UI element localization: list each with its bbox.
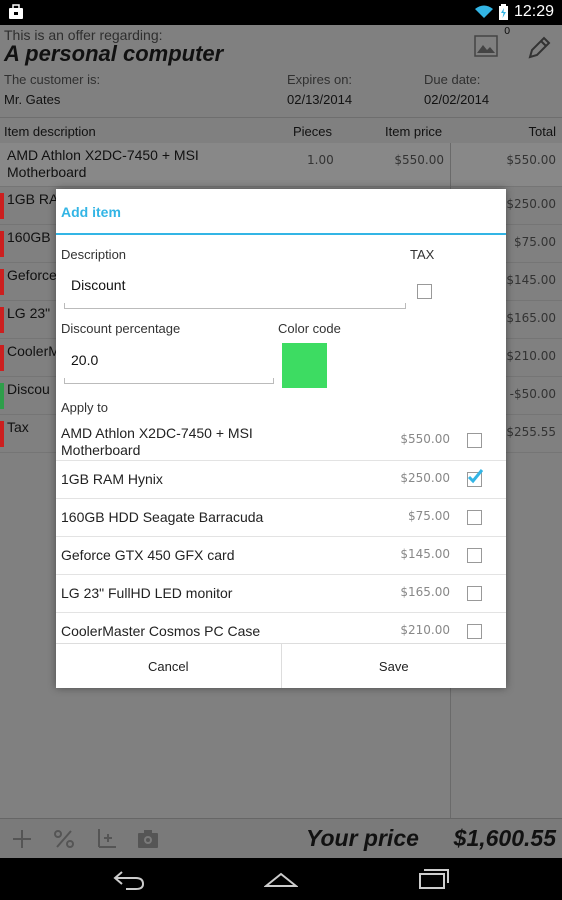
color-code-swatch[interactable] <box>282 343 327 388</box>
column-total: Total <box>528 124 556 139</box>
list-item[interactable]: 160GB HDD Seagate Barracuda $75.00 <box>56 499 506 537</box>
apply-item-price: $145.00 <box>400 547 450 561</box>
due-date-label: Due date: <box>424 72 481 87</box>
save-button[interactable]: Save <box>280 644 507 688</box>
row-color-bar <box>0 231 4 257</box>
row-total: $210.00 <box>506 349 556 363</box>
row-total: -$50.00 <box>509 387 556 401</box>
description-label: Description <box>61 247 127 262</box>
table-row[interactable]: AMD Athlon X2DC-7450 + MSI Motherboard 1… <box>0 143 562 187</box>
your-price-value: $1,600.55 <box>453 825 556 851</box>
row-color-bar <box>0 421 4 447</box>
list-item[interactable]: 1GB RAM Hynix $250.00 <box>56 461 506 499</box>
row-color-bar <box>0 269 4 295</box>
description-field[interactable]: Discount <box>64 277 406 309</box>
apply-item-checkbox[interactable] <box>467 548 482 563</box>
apply-item-description: 1GB RAM Hynix <box>61 471 163 487</box>
apply-item-price: $165.00 <box>400 585 450 599</box>
row-total: $255.55 <box>506 425 556 439</box>
color-code-label: Color code <box>278 321 341 336</box>
wifi-icon <box>474 5 493 18</box>
dialog-buttons: Cancel Save <box>56 643 506 688</box>
column-pieces: Pieces <box>293 124 333 139</box>
row-color-bar <box>0 307 4 333</box>
apply-item-checkbox[interactable] <box>467 469 484 487</box>
apply-item-checkbox[interactable] <box>467 586 482 601</box>
row-total: $250.00 <box>506 197 556 211</box>
apply-item-description: Geforce GTX 450 GFX card <box>61 547 235 563</box>
row-description: AMD Athlon X2DC-7450 + MSI Motherboard <box>7 147 199 180</box>
apply-item-price: $250.00 <box>400 471 450 485</box>
discount-percentage-label: Discount percentage <box>61 321 181 336</box>
list-item[interactable]: AMD Athlon X2DC-7450 + MSI Motherboard $… <box>56 422 506 461</box>
percent-icon[interactable] <box>52 827 76 851</box>
item-table-header: Item description Pieces Item price Total <box>0 117 562 143</box>
edit-pencil-icon[interactable] <box>526 35 552 61</box>
offer-header: This is an offer regarding: A personal c… <box>0 25 562 117</box>
bottom-toolbar: Your price $1,600.55 <box>0 818 562 858</box>
apply-item-checkbox[interactable] <box>467 433 482 448</box>
row-total: $75.00 <box>514 235 556 249</box>
back-icon[interactable] <box>112 866 146 892</box>
image-icon[interactable] <box>474 35 498 57</box>
add-item-dialog: Add item Description TAX Discount Discou… <box>56 189 506 688</box>
column-description: Item description <box>4 124 96 139</box>
column-item-price: Item price <box>385 124 443 139</box>
add-tax-icon[interactable] <box>94 827 118 851</box>
your-price-label: Your price <box>306 825 419 851</box>
discount-percentage-field[interactable]: 20.0 <box>64 352 274 384</box>
apply-item-checkbox[interactable] <box>467 510 482 525</box>
list-item[interactable]: Geforce GTX 450 GFX card $145.00 <box>56 537 506 575</box>
add-icon[interactable] <box>10 827 34 851</box>
dialog-title-divider <box>56 233 506 235</box>
tax-checkbox[interactable] <box>417 284 432 299</box>
row-total: $165.00 <box>506 311 556 325</box>
discount-percentage-value: 20.0 <box>71 352 99 368</box>
cancel-button[interactable]: Cancel <box>56 644 281 688</box>
row-price: $550.00 <box>394 153 444 167</box>
tax-label: TAX <box>410 247 435 262</box>
row-total: $145.00 <box>506 273 556 287</box>
description-value: Discount <box>71 277 126 293</box>
offer-title: A personal computer <box>4 41 224 66</box>
camera-icon[interactable] <box>136 827 160 851</box>
apply-item-description: CoolerMaster Cosmos PC Case <box>61 623 261 639</box>
expires-date[interactable]: 02/13/2014 <box>287 92 352 107</box>
checkmark-icon <box>467 469 484 484</box>
apply-item-price: $550.00 <box>400 432 450 446</box>
apply-item-description: AMD Athlon X2DC-7450 + MSI Motherboard <box>61 425 253 458</box>
list-item[interactable]: CoolerMaster Cosmos PC Case $210.00 <box>56 613 506 643</box>
row-color-bar <box>0 193 4 219</box>
apply-item-description: LG 23" FullHD LED monitor <box>61 585 233 601</box>
system-navigation-bar <box>0 858 562 900</box>
recent-apps-icon[interactable] <box>416 866 450 892</box>
row-color-bar <box>0 383 4 409</box>
home-icon[interactable] <box>264 866 298 892</box>
apply-item-description: 160GB HDD Seagate Barracuda <box>61 509 264 525</box>
customer-name[interactable]: Mr. Gates <box>4 92 60 107</box>
list-item[interactable]: LG 23" FullHD LED monitor $165.00 <box>56 575 506 613</box>
battery-icon <box>498 4 508 20</box>
apply-item-checkbox[interactable] <box>467 624 482 639</box>
apply-item-price: $210.00 <box>400 623 450 637</box>
customer-label: The customer is: <box>4 72 101 87</box>
clock: 12:29 <box>513 3 554 20</box>
row-pieces: 1.00 <box>307 153 334 167</box>
image-count: 0 <box>504 26 511 37</box>
due-date[interactable]: 02/02/2014 <box>424 92 489 107</box>
briefcase-notification-icon <box>9 4 23 19</box>
row-total: $550.00 <box>506 153 556 167</box>
apply-to-list[interactable]: AMD Athlon X2DC-7450 + MSI Motherboard $… <box>56 422 506 643</box>
status-bar: 12:29 <box>0 0 562 25</box>
expires-label: Expires on: <box>287 72 353 87</box>
apply-to-label: Apply to <box>61 400 108 415</box>
row-color-bar <box>0 345 4 371</box>
dialog-title: Add item <box>61 204 121 220</box>
apply-item-price: $75.00 <box>408 509 450 523</box>
